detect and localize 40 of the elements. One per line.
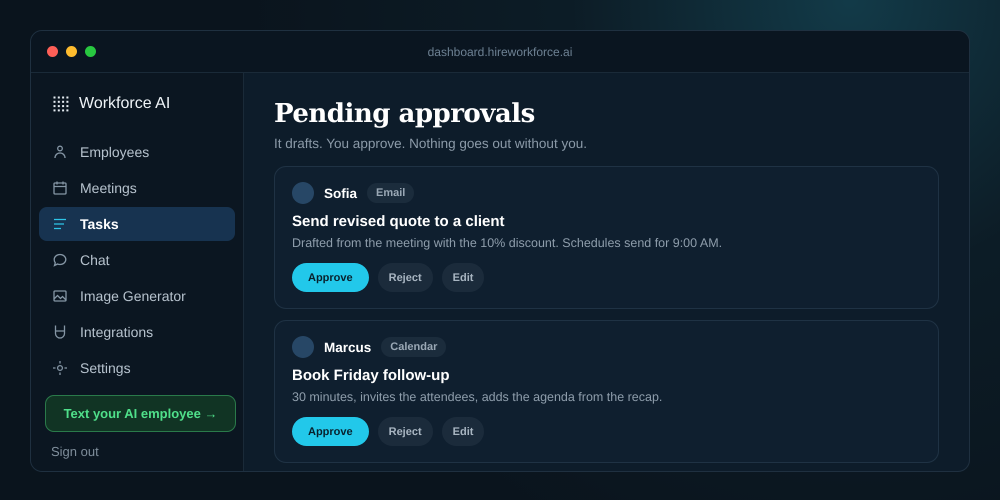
- window-title: dashboard.hireworkforce.ai: [428, 44, 572, 58]
- approval-detail: 30 minutes, invites the attendees, adds the agenda from the recap.: [292, 390, 664, 404]
- approval-title: Book Friday follow-up: [292, 367, 450, 384]
- nav-item[interactable]: Image Generator: [39, 279, 235, 313]
- grid-icon: [53, 96, 69, 112]
- employee-name: Marcus: [324, 340, 372, 354]
- nav-item[interactable]: Chat: [39, 243, 235, 277]
- page-subtitle: It drafts. You approve. Nothing goes out without you.: [274, 136, 588, 151]
- approve-button[interactable]: Approve: [292, 417, 369, 446]
- plug-icon: [52, 324, 68, 340]
- approve-button[interactable]: Approve: [292, 263, 369, 292]
- channel-tag: Calendar: [381, 337, 446, 357]
- list-icon: [52, 216, 68, 232]
- close-icon[interactable]: [47, 46, 58, 57]
- nav-item[interactable]: Meetings: [39, 171, 235, 205]
- nav-item[interactable]: Settings: [39, 351, 235, 385]
- reject-button[interactable]: Reject: [378, 417, 433, 446]
- channel-tag: Email: [367, 183, 414, 203]
- reject-button[interactable]: Reject: [378, 263, 433, 292]
- avatar: [292, 182, 314, 204]
- sign-out-link[interactable]: Sign out: [51, 444, 99, 459]
- text-employee-button[interactable]: Text your AI employee →: [45, 395, 236, 432]
- zoom-icon[interactable]: [85, 46, 96, 57]
- minimize-icon[interactable]: [66, 46, 77, 57]
- nav-item[interactable]: Integrations: [39, 315, 235, 349]
- approval-title: Send revised quote to a client: [292, 213, 506, 230]
- employee-name: Sofia: [324, 186, 358, 200]
- nav-item[interactable]: Employees: [39, 135, 235, 169]
- image-icon: [52, 288, 68, 304]
- nav-item[interactable]: Tasks: [39, 207, 235, 241]
- brand-name: Workforce AI: [79, 95, 170, 113]
- chat-icon: [52, 252, 68, 268]
- calendar-icon: [52, 180, 68, 196]
- avatar: [292, 336, 314, 358]
- edit-button[interactable]: Edit: [442, 417, 484, 446]
- settings-icon: [52, 360, 68, 376]
- page-title: Pending approvals: [274, 99, 536, 129]
- person-icon: [52, 144, 68, 160]
- approval-detail: Drafted from the meeting with the 10% discount. Schedules send for 9:00 AM.: [292, 236, 724, 250]
- edit-button[interactable]: Edit: [442, 263, 484, 292]
